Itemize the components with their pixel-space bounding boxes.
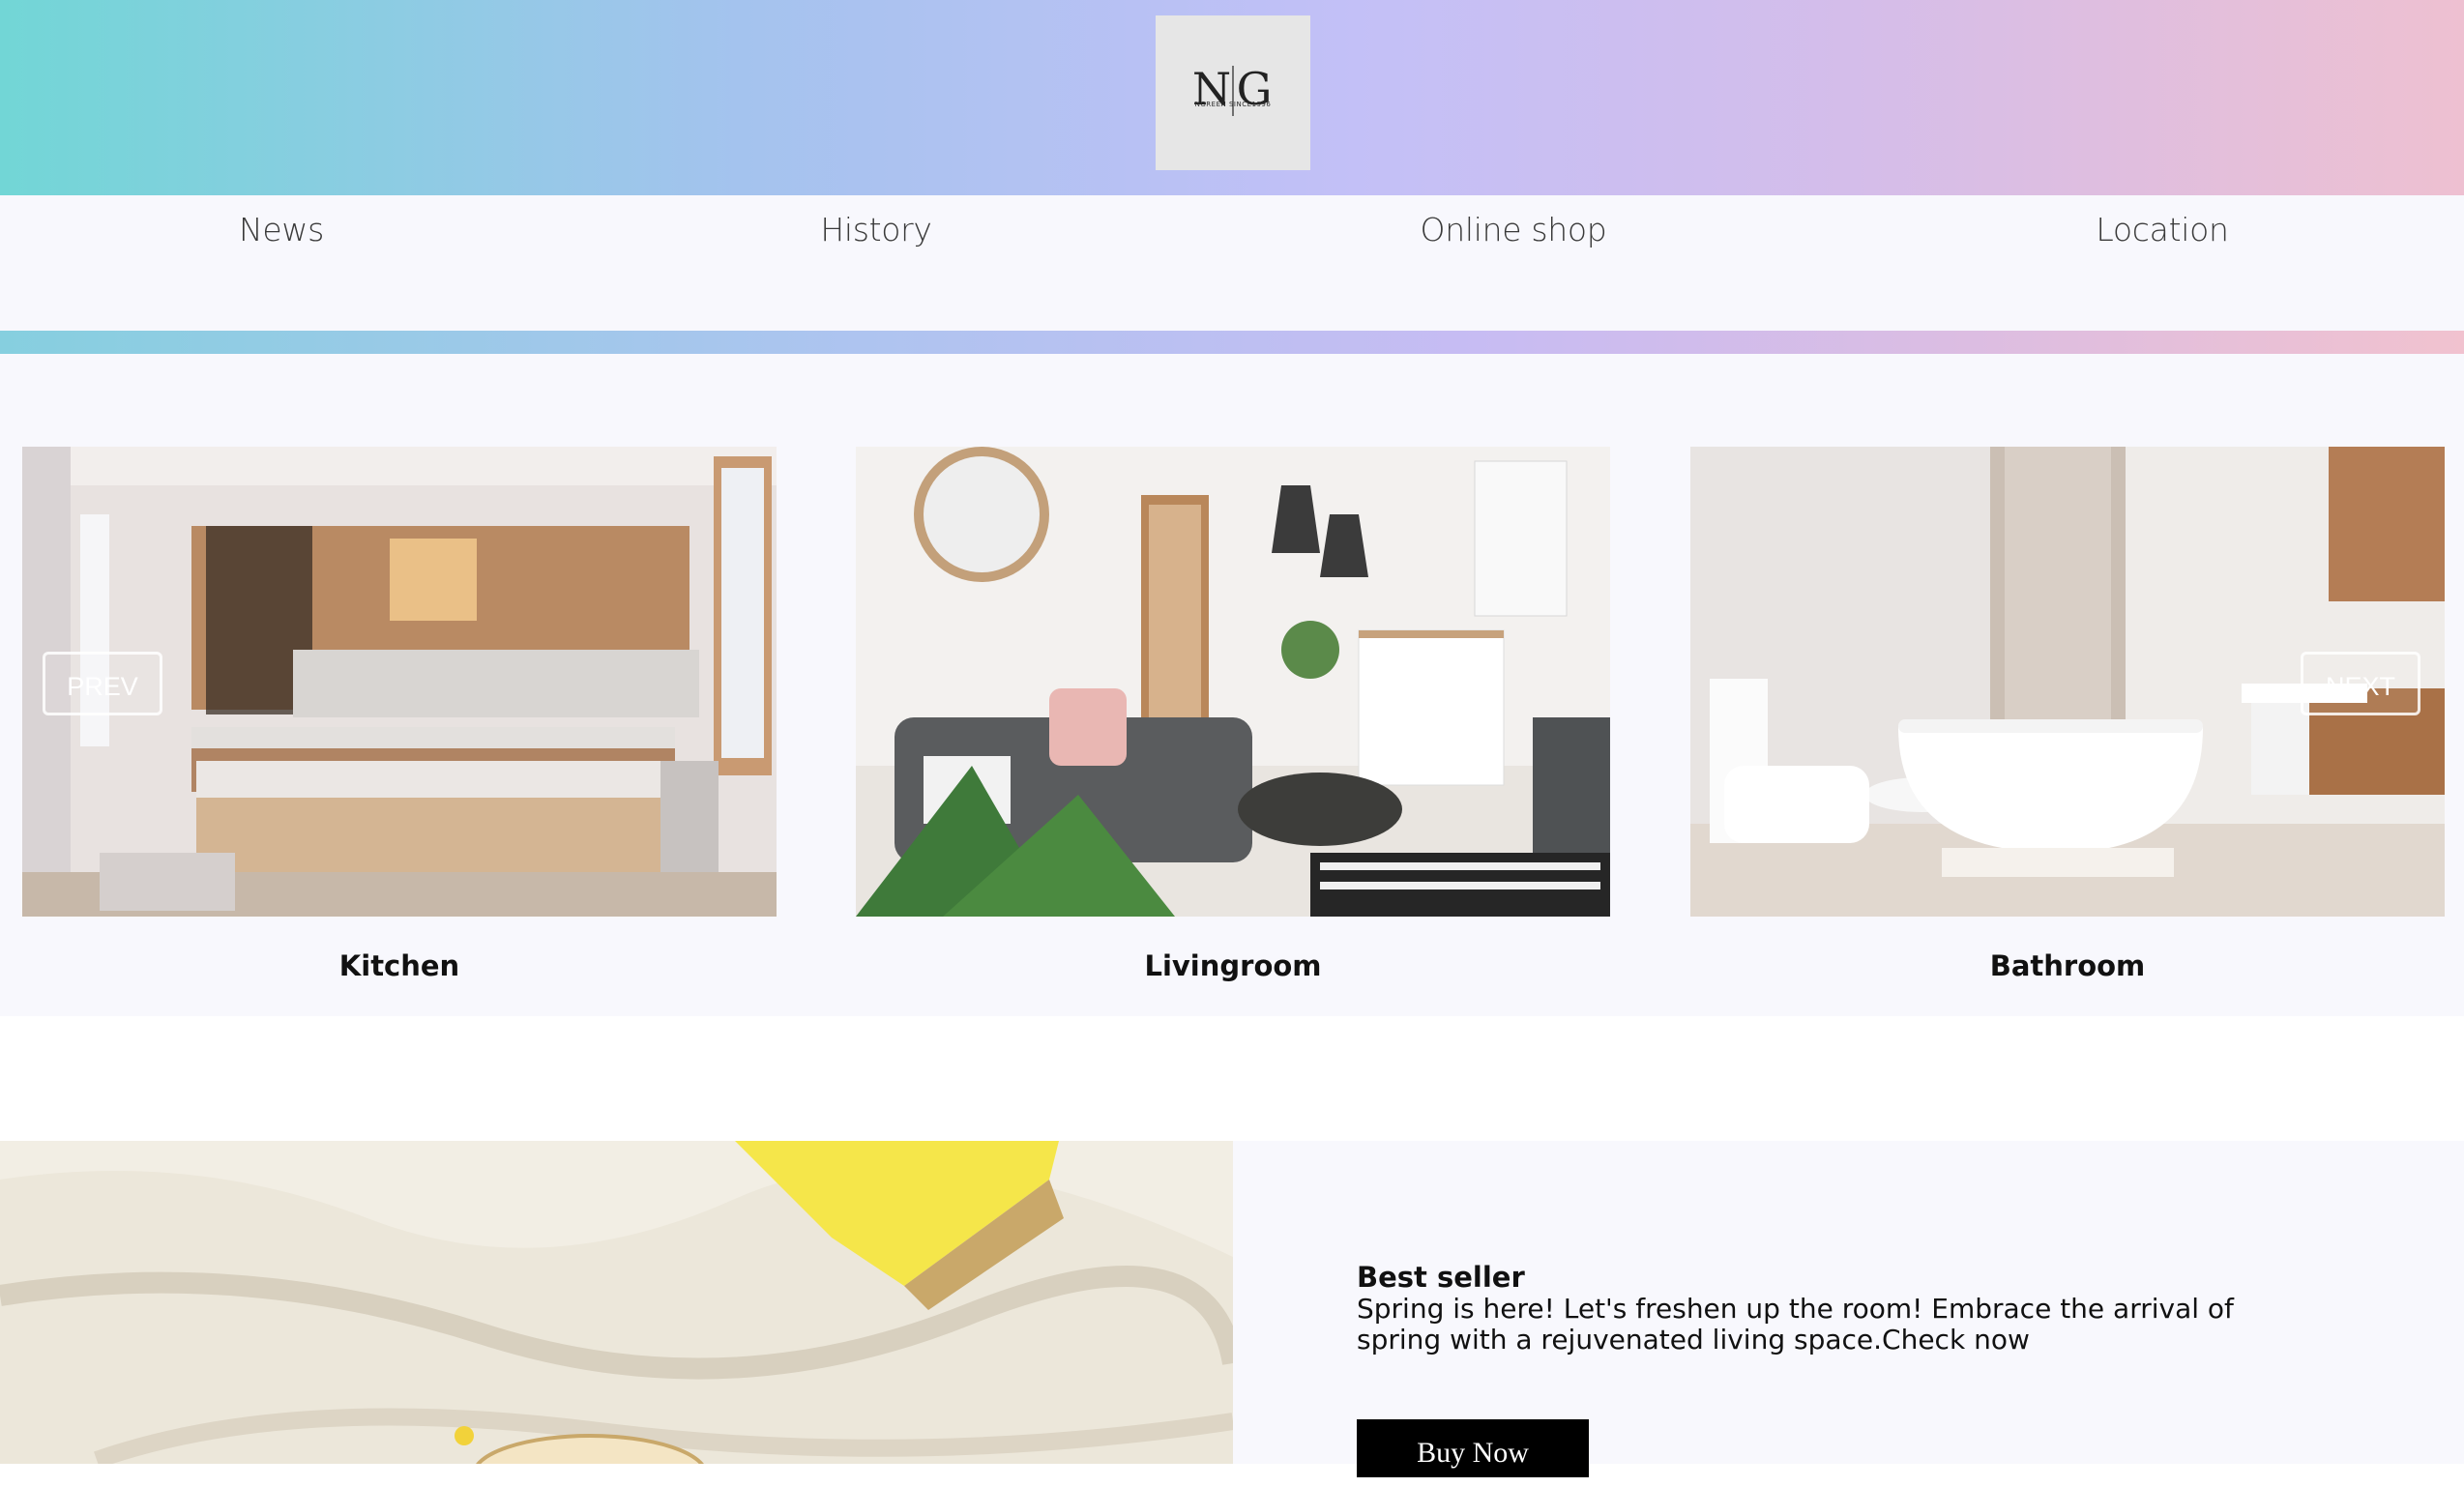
main-nav: News History Online shop Location (0, 195, 2464, 331)
nav-item-history[interactable]: History (683, 211, 1070, 248)
logo-caption: NGREEN SINCE1996 (1194, 101, 1272, 108)
room-carousel: Kitchen Livingroom Bathroom PREV NEXT (0, 354, 2464, 1016)
promo-title: Best seller (1357, 1261, 1525, 1294)
promo-description: Spring is here! Let's freshen up the roo… (1357, 1293, 2234, 1356)
card-label: Livingroom (1144, 949, 1322, 982)
gradient-divider (0, 331, 2464, 354)
nav-item-news[interactable]: News (88, 211, 475, 248)
header-banner: N G NGREEN SINCE1996 (0, 0, 2464, 195)
carousel-next-button[interactable]: NEXT (2301, 652, 2420, 715)
card-label: Kitchen (338, 949, 460, 982)
brand-logo[interactable]: N G NGREEN SINCE1996 (1156, 15, 1310, 170)
card-label: Bathroom (1989, 949, 2146, 982)
room-card-livingroom[interactable]: Livingroom (856, 447, 1610, 982)
carousel-prev-button[interactable]: PREV (43, 652, 162, 715)
livingroom-image[interactable] (856, 447, 1610, 917)
buy-now-button[interactable]: Buy Now (1357, 1419, 1589, 1477)
logo-monogram-icon: N G (1156, 15, 1310, 170)
best-seller-panel: Best seller Spring is here! Let's freshe… (1233, 1141, 2464, 1477)
nav-item-location[interactable]: Location (1969, 211, 2356, 248)
nav-item-online-shop[interactable]: Online shop (1320, 211, 1707, 248)
promo-image (0, 1141, 1233, 1464)
